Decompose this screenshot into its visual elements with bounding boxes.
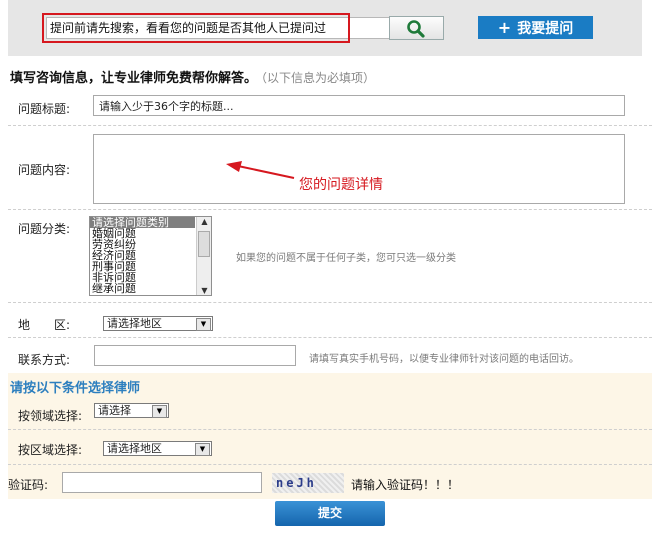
contact-input[interactable] (94, 345, 296, 366)
scroll-up-icon[interactable]: ▲ (197, 217, 211, 226)
category-listbox[interactable]: 请选择问题类别 婚姻问题 劳资纠纷 经济问题 刑事问题 非诉问题 继承问题 ▲ … (89, 216, 212, 296)
region-select[interactable]: 请选择地区 ▼ (103, 316, 213, 331)
region-label: 地 区: (18, 318, 71, 332)
title-input[interactable]: 请输入少于36个字的标题... (93, 95, 625, 116)
search-icon (407, 20, 425, 38)
scroll-down-icon[interactable]: ▼ (197, 286, 211, 295)
captcha-prompt: 请输入验证码！！！ (351, 478, 460, 492)
category-option[interactable]: 继承问题 (90, 283, 195, 294)
plus-icon: + (497, 18, 512, 37)
chevron-down-icon[interactable]: ▼ (196, 318, 211, 331)
category-label: 问题分类: (18, 222, 71, 236)
form-heading-main: 填写咨询信息，让专业律师免费帮你解答。 (10, 71, 258, 86)
captcha-label: 验证码: (8, 478, 49, 492)
scroll-thumb[interactable] (198, 231, 210, 257)
divider (8, 464, 652, 465)
search-button[interactable] (389, 16, 444, 40)
by-region-label: 按区域选择: (18, 443, 83, 457)
search-highlight-box (42, 13, 350, 43)
divider (8, 302, 652, 303)
divider (8, 125, 652, 126)
region-select-value: 请选择地区 (107, 317, 162, 330)
divider (8, 209, 652, 210)
by-field-label: 按领域选择: (18, 409, 83, 423)
form-heading: 填写咨询信息，让专业律师免费帮你解答。 （以下信息为必填项） (10, 67, 375, 86)
content-annotation: 您的问题详情 (299, 177, 383, 193)
listbox-scrollbar[interactable]: ▲ ▼ (196, 217, 211, 295)
lawyer-region-select-value: 请选择地区 (107, 442, 162, 455)
form-heading-note: （以下信息为必填项） (261, 71, 376, 85)
field-select[interactable]: 请选择 ▼ (94, 403, 169, 418)
lawyer-section-title: 请按以下条件选择律师 (10, 381, 141, 396)
lawyer-region-select[interactable]: 请选择地区 ▼ (103, 441, 212, 456)
divider (8, 429, 652, 430)
category-hint: 如果您的问题不属于任何子类，您可只选一级分类 (236, 253, 456, 264)
chevron-down-icon[interactable]: ▼ (152, 405, 167, 418)
submit-button[interactable]: 提交 (275, 501, 385, 526)
ask-question-button[interactable]: + 我要提问 (478, 16, 593, 39)
chevron-down-icon[interactable]: ▼ (195, 443, 210, 456)
captcha-input[interactable] (62, 472, 262, 493)
field-select-value: 请选择 (98, 404, 131, 417)
divider (8, 337, 652, 338)
captcha-image[interactable]: neJh (272, 473, 344, 493)
ask-question-label: 我要提问 (517, 21, 574, 37)
content-label: 问题内容: (18, 163, 71, 177)
title-label: 问题标题: (18, 102, 71, 116)
arrow-icon (226, 161, 295, 179)
contact-hint: 请填写真实手机号码，以便专业律师针对该问题的电话回访。 (309, 354, 579, 365)
contact-label: 联系方式: (18, 353, 71, 367)
